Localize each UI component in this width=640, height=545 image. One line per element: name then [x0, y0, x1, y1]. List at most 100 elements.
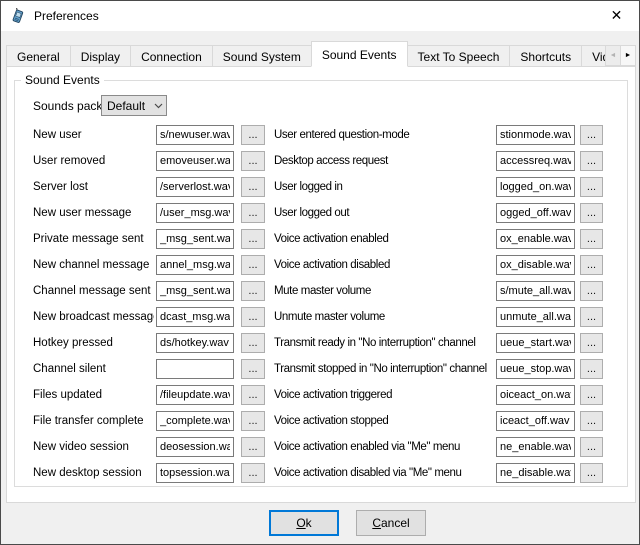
sound-event-label: Private message sent [33, 229, 154, 249]
browse-button[interactable]: ... [580, 177, 603, 197]
sound-file-input[interactable] [496, 203, 575, 223]
sound-event-row: New broadcast message ... Unmute master … [1, 307, 640, 327]
sound-event-label: New user message [33, 203, 154, 223]
tab-scroll-buttons: ◄ ► [605, 45, 636, 66]
browse-button[interactable]: ... [241, 385, 265, 405]
sound-event-label: New video session [33, 437, 154, 457]
browse-button[interactable]: ... [241, 203, 265, 223]
sound-file-input[interactable] [496, 151, 575, 171]
browse-button[interactable]: ... [241, 411, 265, 431]
sound-file-input[interactable] [496, 463, 575, 483]
sound-file-input[interactable] [496, 385, 575, 405]
sound-file-input[interactable] [156, 125, 234, 145]
browse-button[interactable]: ... [241, 255, 265, 275]
browse-button[interactable]: ... [580, 229, 603, 249]
browse-button[interactable]: ... [580, 385, 603, 405]
sound-file-input[interactable] [156, 411, 234, 431]
sound-event-label: Transmit stopped in "No interruption" ch… [274, 359, 494, 379]
sound-event-label: Voice activation stopped [274, 411, 494, 431]
preferences-dialog: Preferences ✕ General Display Connection… [0, 0, 640, 545]
sound-file-input[interactable] [156, 385, 234, 405]
sound-event-label: User logged out [274, 203, 494, 223]
browse-button[interactable]: ... [241, 229, 265, 249]
sound-file-input[interactable] [496, 333, 575, 353]
browse-button[interactable]: ... [580, 359, 603, 379]
tab-scroll-left-icon[interactable]: ◄ [605, 45, 621, 66]
sound-event-row: Private message sent ... Voice activatio… [1, 229, 640, 249]
browse-button[interactable]: ... [580, 203, 603, 223]
sound-event-label: Unmute master volume [274, 307, 494, 327]
browse-button[interactable]: ... [241, 125, 265, 145]
sound-file-input[interactable] [156, 203, 234, 223]
browse-button[interactable]: ... [580, 463, 603, 483]
sound-event-label: Transmit ready in "No interruption" chan… [274, 333, 494, 353]
sound-event-label: Voice activation enabled via "Me" menu [274, 437, 494, 457]
sound-file-input[interactable] [156, 281, 234, 301]
sound-file-input[interactable] [156, 229, 234, 249]
sound-event-row: Server lost ... User logged in ... [1, 177, 640, 197]
sound-event-label: New channel message [33, 255, 154, 275]
sound-file-input[interactable] [496, 359, 575, 379]
sound-event-row: New user message ... User logged out ... [1, 203, 640, 223]
sound-file-input[interactable] [156, 437, 234, 457]
browse-button[interactable]: ... [580, 151, 603, 171]
sound-event-label: User entered question-mode [274, 125, 494, 145]
sound-event-label: User removed [33, 151, 154, 171]
browse-button[interactable]: ... [580, 411, 603, 431]
sound-event-label: New desktop session [33, 463, 154, 483]
sound-event-row: Hotkey pressed ... Transmit ready in "No… [1, 333, 640, 353]
browse-button[interactable]: ... [241, 281, 265, 301]
browse-button[interactable]: ... [241, 333, 265, 353]
sound-event-row: New video session ... Voice activation e… [1, 437, 640, 457]
browse-button[interactable]: ... [241, 437, 265, 457]
sound-event-label: New user [33, 125, 154, 145]
browse-button[interactable]: ... [241, 463, 265, 483]
sound-file-input[interactable] [496, 281, 575, 301]
sound-event-row: New channel message ... Voice activation… [1, 255, 640, 275]
sound-event-label: Hotkey pressed [33, 333, 154, 353]
sound-file-input[interactable] [496, 125, 575, 145]
sound-event-row: New desktop session ... Voice activation… [1, 463, 640, 483]
sound-file-input[interactable] [156, 177, 234, 197]
sound-event-row: File transfer complete ... Voice activat… [1, 411, 640, 431]
sound-event-label: File transfer complete [33, 411, 154, 431]
browse-button[interactable]: ... [241, 151, 265, 171]
sound-event-label: Files updated [33, 385, 154, 405]
browse-button[interactable]: ... [241, 359, 265, 379]
sound-event-row: User removed ... Desktop access request … [1, 151, 640, 171]
sound-event-label: Voice activation enabled [274, 229, 494, 249]
sound-file-input[interactable] [496, 229, 575, 249]
sound-event-label: Mute master volume [274, 281, 494, 301]
sound-event-label: Server lost [33, 177, 154, 197]
browse-button[interactable]: ... [580, 333, 603, 353]
sound-file-input[interactable] [496, 307, 575, 327]
sound-event-row: Files updated ... Voice activation trigg… [1, 385, 640, 405]
browse-button[interactable]: ... [580, 437, 603, 457]
browse-button[interactable]: ... [241, 307, 265, 327]
sound-event-row: Channel message sent ... Mute master vol… [1, 281, 640, 301]
sound-event-row: New user ... User entered question-mode … [1, 125, 640, 145]
sound-event-rows: New user ... User entered question-mode … [1, 1, 640, 545]
sound-event-label: New broadcast message [33, 307, 154, 327]
sound-file-input[interactable] [156, 333, 234, 353]
sound-file-input[interactable] [156, 463, 234, 483]
sound-file-input[interactable] [156, 255, 234, 275]
sound-file-input[interactable] [156, 359, 234, 379]
browse-button[interactable]: ... [241, 177, 265, 197]
browse-button[interactable]: ... [580, 255, 603, 275]
sound-event-label: Voice activation disabled [274, 255, 494, 275]
sound-file-input[interactable] [496, 411, 575, 431]
browse-button[interactable]: ... [580, 125, 603, 145]
sound-event-label: Channel silent [33, 359, 154, 379]
browse-button[interactable]: ... [580, 281, 603, 301]
browse-button[interactable]: ... [580, 307, 603, 327]
sound-file-input[interactable] [496, 177, 575, 197]
sound-file-input[interactable] [156, 307, 234, 327]
sound-event-label: Desktop access request [274, 151, 494, 171]
sound-event-label: Channel message sent [33, 281, 154, 301]
sound-event-label: Voice activation disabled via "Me" menu [274, 463, 494, 483]
sound-file-input[interactable] [156, 151, 234, 171]
sound-file-input[interactable] [496, 255, 575, 275]
sound-file-input[interactable] [496, 437, 575, 457]
tab-scroll-right-icon[interactable]: ► [620, 45, 636, 66]
